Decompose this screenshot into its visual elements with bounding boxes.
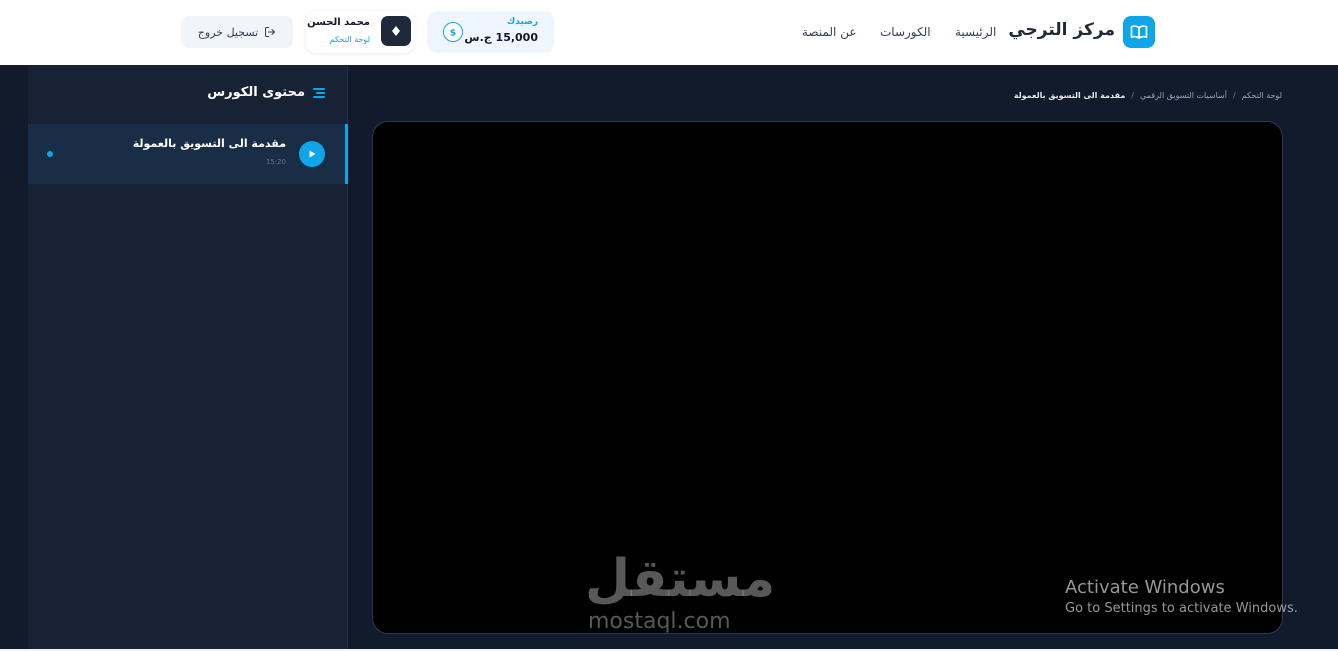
breadcrumb-current-lesson: مقدمة الى التسويق بالعمولة <box>1013 91 1126 100</box>
play-icon <box>309 150 316 158</box>
svg-text:$: $ <box>450 29 456 38</box>
user-name: محمد الحسن <box>307 17 370 28</box>
breadcrumb-separator: / <box>1232 91 1236 100</box>
sidebar-title: محتوى الكورس <box>207 85 305 100</box>
logout-button[interactable]: تسجيل خروج <box>181 16 293 48</box>
watermark-arabic: مستقل <box>585 549 776 609</box>
nav-link-about[interactable]: عن المنصة <box>802 25 857 39</box>
breadcrumb: لوحة التحكم / أساسيات التسويق الرقمي / م… <box>1014 91 1282 100</box>
dashboard-link[interactable]: لوحة التحكم <box>330 35 370 44</box>
course-sidebar: محتوى الكورس مقدمة الى التسويق بالعمولة … <box>28 65 348 649</box>
nav-link-home[interactable]: الرئيسية <box>955 25 996 39</box>
diamond-icon <box>392 26 400 36</box>
book-icon <box>1123 16 1155 48</box>
watermark-latin: mostaql.com <box>588 609 731 634</box>
logout-label: تسجيل خروج <box>197 25 259 39</box>
balance-label: رصيدك <box>507 17 538 27</box>
brand-name: مركز الترجي <box>1008 20 1115 40</box>
avatar <box>381 16 411 46</box>
brand[interactable]: مركز الترجي <box>1008 16 1155 48</box>
lesson-item[interactable]: مقدمة الى التسويق بالعمولة 15:20 <box>28 124 348 184</box>
play-button[interactable] <box>299 141 325 167</box>
active-indicator-dot <box>47 151 53 157</box>
balance-value: 15,000 ج.س <box>464 31 538 44</box>
lesson-duration: 15:20 <box>265 158 286 166</box>
activate-windows-subtitle: Go to Settings to activate Windows. <box>1065 601 1298 616</box>
activate-windows-title: Activate Windows <box>1065 577 1225 598</box>
logout-icon <box>265 27 276 37</box>
sidebar-header: محتوى الكورس <box>207 85 327 100</box>
list-icon <box>313 87 325 98</box>
lesson-title: مقدمة الى التسويق بالعمولة <box>132 137 286 150</box>
dollar-coin-icon: $ <box>443 22 463 42</box>
video-player[interactable] <box>372 121 1283 634</box>
user-profile[interactable]: محمد الحسن لوحة التحكم <box>306 11 414 53</box>
top-navigation-bar: مركز الترجي الرئيسية الكورسات عن المنصة … <box>0 0 1338 65</box>
breadcrumb-course[interactable]: أساسيات التسويق الرقمي <box>1140 91 1227 100</box>
breadcrumb-dashboard[interactable]: لوحة التحكم <box>1242 91 1282 100</box>
breadcrumb-separator: / <box>1131 91 1134 100</box>
balance-card: $ رصيدك 15,000 ج.س <box>427 11 554 53</box>
nav-link-courses[interactable]: الكورسات <box>880 25 931 39</box>
